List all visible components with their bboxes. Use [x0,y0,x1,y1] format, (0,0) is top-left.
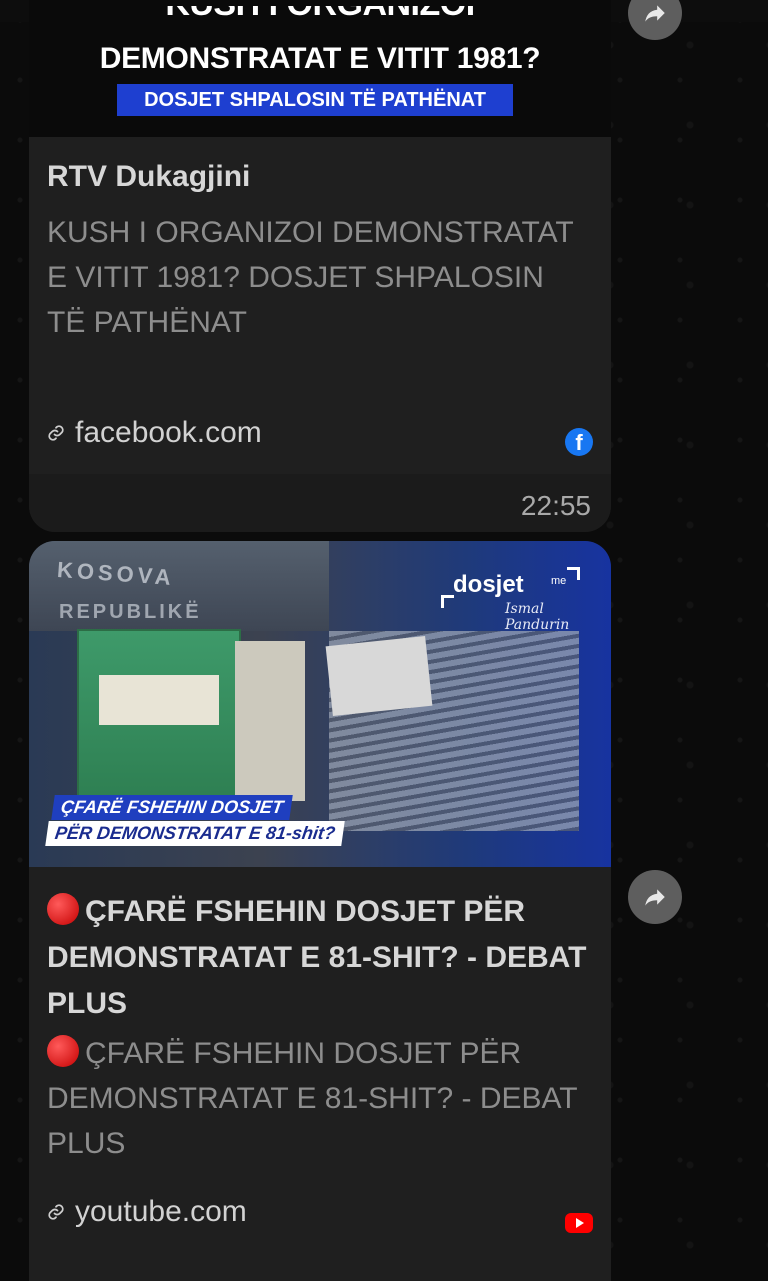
thumbnail-flag-text-2: REPUBLIKË [59,601,202,623]
link-domain[interactable]: youtube.com [75,1195,247,1229]
logo-me: me [551,575,567,587]
forward-icon [645,5,665,22]
link-preview-title[interactable]: RTV Dukagjini [47,160,250,194]
thumbnail-folder-2 [235,641,305,801]
message-bubble-rtv[interactable]: KUSH I ORGANIZOI DEMONSTRATAT E VITIT 19… [29,0,611,532]
message-time: 22:55 [520,490,591,521]
youtube-icon [565,1213,593,1233]
red-circle-icon [47,1035,79,1067]
facebook-icon: f [565,428,593,456]
message-bubble-youtube[interactable]: KOSOVA REPUBLIKË dosjet me Ismal Panduri… [29,541,611,1281]
logo-corner [567,567,580,580]
banner-headline-partial: KUSH I ORGANIZOI [29,6,611,30]
link-preview-title[interactable]: ÇFARË FSHEHIN DOSJET PËR DEMONSTRATAT E … [47,889,607,1027]
link-row[interactable]: facebook.com [47,416,262,450]
banner-headline: DEMONSTRATAT E VITIT 1981? [99,42,541,75]
link-icon [48,1204,64,1220]
logo-text: dosjet [453,571,524,598]
forward-button[interactable] [628,870,682,924]
link-preview-image[interactable]: KUSH I ORGANIZOI DEMONSTRATAT E VITIT 19… [29,0,611,137]
link-preview-description: ÇFARË FSHEHIN DOSJET PËR DEMONSTRATAT E … [47,1035,578,1160]
link-preview-description: KUSH I ORGANIZOI DEMONSTRATAT E VITIT 19… [47,216,574,339]
red-circle-icon [47,893,79,925]
dosjet-logo: dosjet me Ismal Pandurin [441,567,601,647]
link-icon [48,425,64,441]
logo-signature: Ismal Pandurin [505,601,570,633]
folder-label [99,675,219,725]
forward-icon [645,889,665,906]
link-row[interactable]: youtube.com [47,1195,247,1229]
thumbnail-caption-2: PËR DEMONSTRATAT E 81-shit? [45,821,345,846]
thumbnail-paper [325,635,433,717]
thumbnail-caption-1: ÇFARË FSHEHIN DOSJET [51,795,293,820]
banner-tag: DOSJET SHPALOSIN TË PATHËNAT [117,84,513,116]
video-thumbnail[interactable]: KOSOVA REPUBLIKË dosjet me Ismal Panduri… [29,541,611,867]
thumbnail-folder [77,629,241,803]
link-domain[interactable]: facebook.com [75,416,262,450]
